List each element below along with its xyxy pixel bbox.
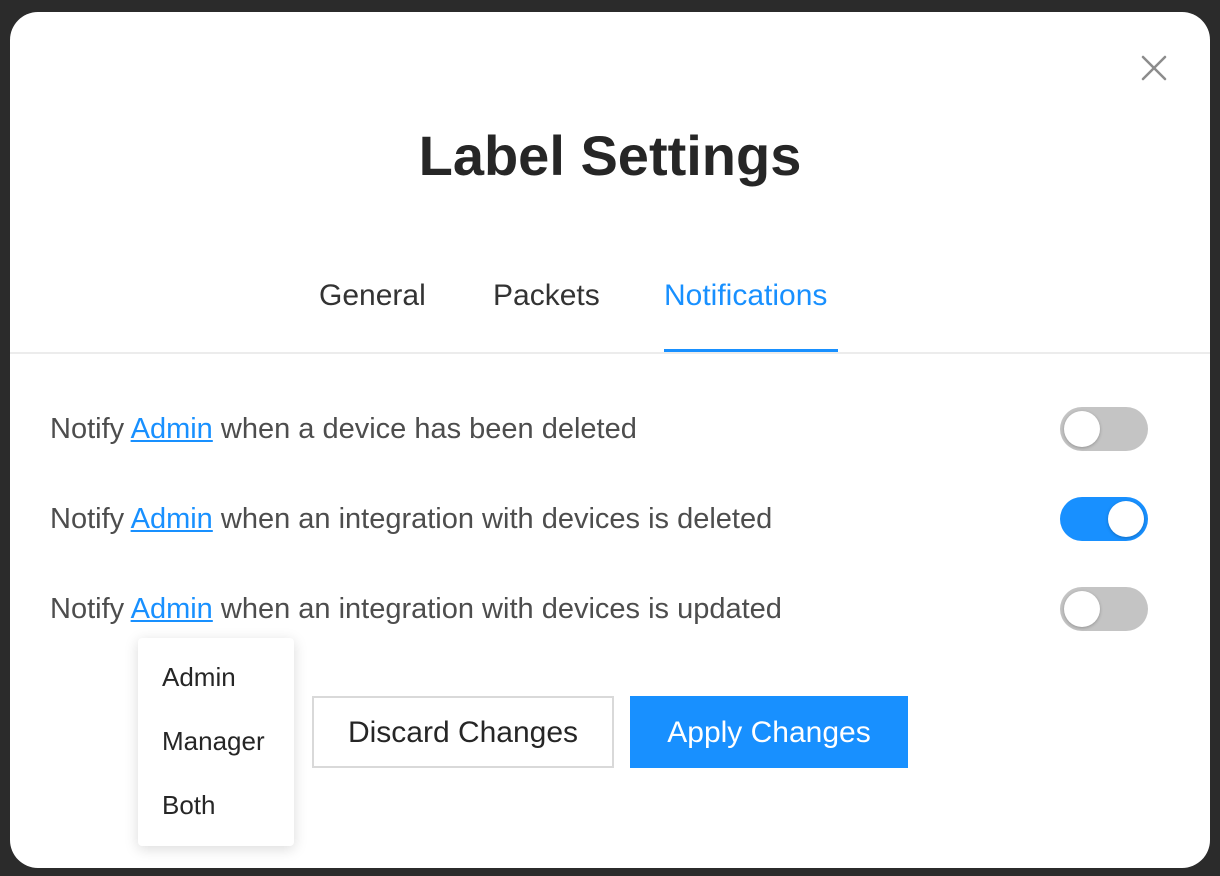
notify-prefix: Notify [50, 503, 125, 535]
notify-suffix: when an integration with devices is dele… [220, 503, 773, 535]
notification-row-integration-deleted: Notify Admin when an integration with de… [50, 495, 1160, 545]
apply-changes-button[interactable]: Apply Changes [630, 696, 908, 768]
notification-toggle[interactable] [1060, 407, 1148, 451]
label-settings-modal: Label Settings General Packets Notificat… [10, 12, 1210, 868]
tab-packets[interactable]: Packets [493, 276, 600, 316]
notify-prefix: Notify [50, 593, 125, 625]
toggle-knob [1064, 591, 1100, 627]
notification-text: Notify Admin when an integration with de… [50, 589, 782, 629]
role-dropdown-menu: Admin Manager Both [138, 638, 294, 846]
notification-text: Notify Admin when a device has been dele… [50, 409, 637, 449]
notification-row-device-deleted: Notify Admin when a device has been dele… [50, 405, 1160, 455]
notify-suffix: when a device has been deleted [220, 413, 637, 445]
discard-changes-button[interactable]: Discard Changes [312, 696, 614, 768]
role-option-both[interactable]: Both [162, 788, 216, 822]
notification-toggle[interactable] [1060, 587, 1148, 631]
modal-title: Label Settings [418, 124, 802, 187]
tab-bar: General Packets Notifications [10, 276, 1210, 354]
role-selector-link[interactable]: Admin [131, 503, 213, 535]
role-option-manager[interactable]: Manager [162, 724, 265, 758]
tab-notifications[interactable]: Notifications [664, 276, 827, 316]
notification-text: Notify Admin when an integration with de… [50, 499, 772, 539]
notify-prefix: Notify [50, 413, 125, 445]
toggle-knob [1064, 411, 1100, 447]
notification-toggle[interactable] [1060, 497, 1148, 541]
role-selector-link[interactable]: Admin [131, 413, 213, 445]
toggle-knob [1108, 501, 1144, 537]
role-option-admin[interactable]: Admin [162, 660, 236, 694]
role-selector-link[interactable]: Admin [131, 593, 213, 625]
notify-suffix: when an integration with devices is upda… [220, 593, 782, 625]
tabs-divider [10, 352, 1210, 354]
tab-general[interactable]: General [319, 276, 426, 316]
close-icon[interactable] [1138, 52, 1170, 84]
notification-row-integration-updated: Notify Admin when an integration with de… [50, 585, 1160, 635]
